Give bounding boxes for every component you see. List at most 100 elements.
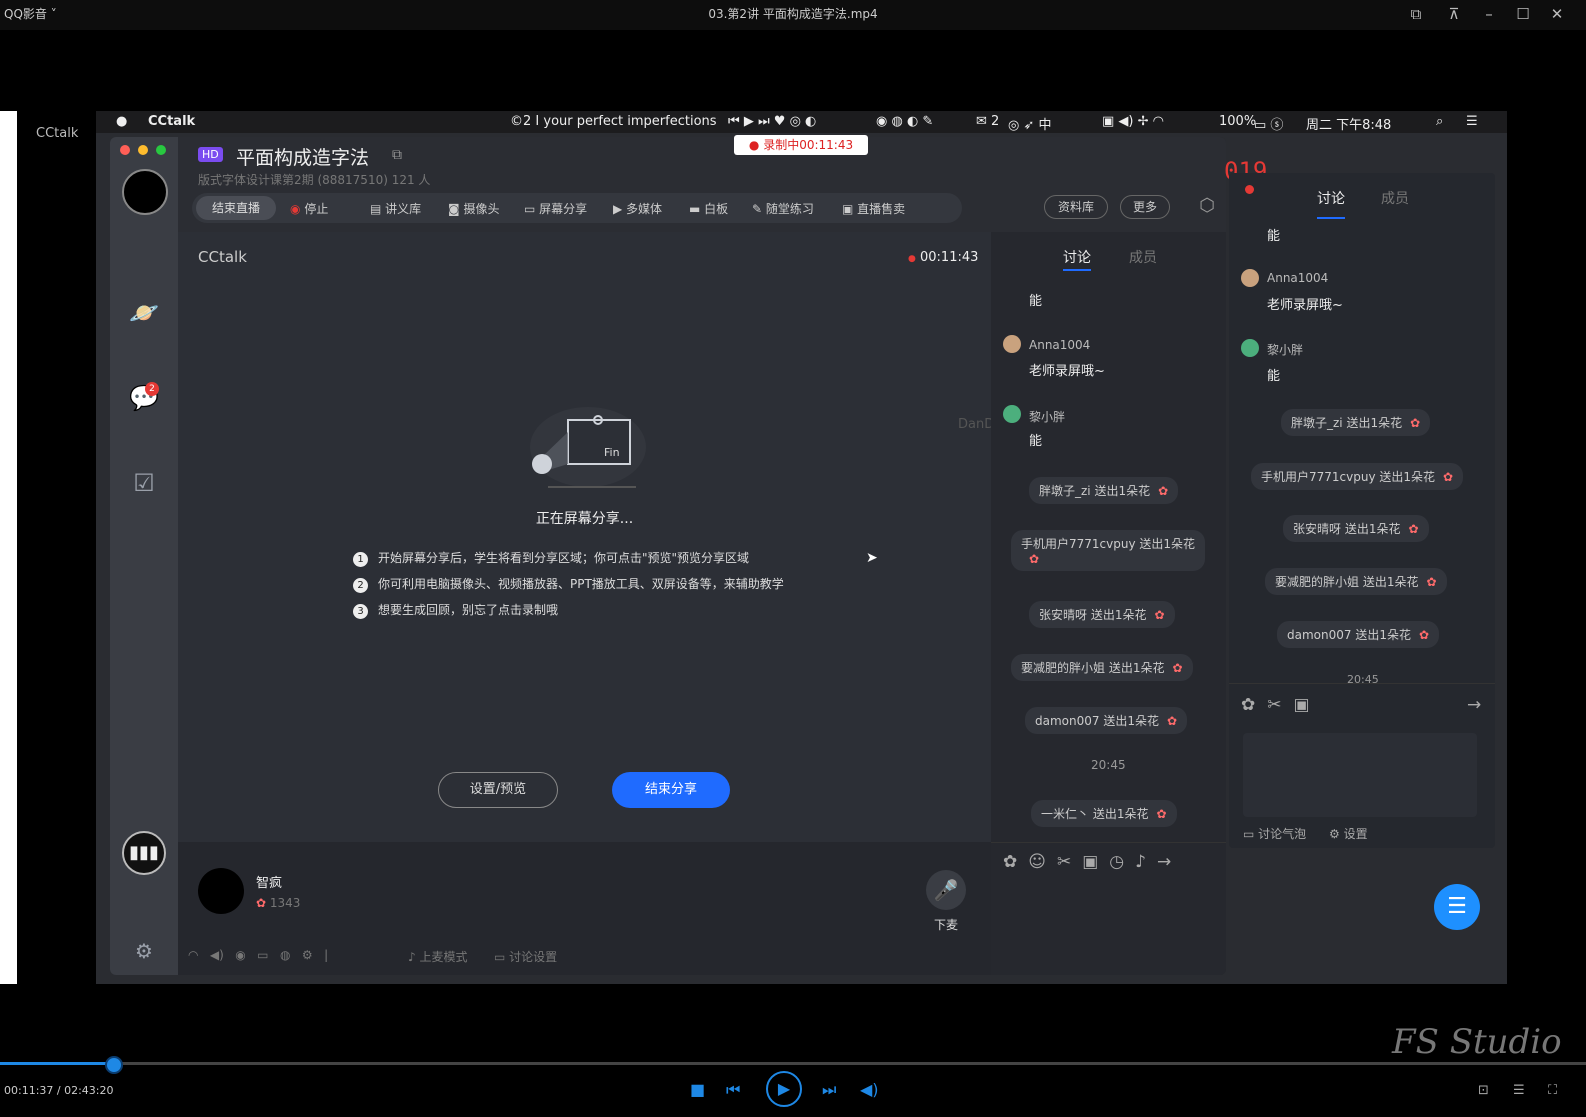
host-flowers: ✿ 1343 (256, 896, 300, 910)
live-sale-button[interactable]: ▣ 直播售卖 (842, 200, 905, 217)
notification-badge: 2 (145, 382, 159, 396)
live-sale-label: 直播售卖 (857, 202, 906, 216)
panel-settings-button[interactable]: ⚙ 设置 (1329, 825, 1368, 842)
materials-button[interactable]: 资料库 (1044, 195, 1108, 219)
record-dot-icon: ◉ (290, 202, 301, 216)
avatar (1241, 269, 1259, 287)
end-share-button[interactable]: 结束分享 (612, 772, 730, 808)
flower-icon: ✿ (1029, 552, 1040, 566)
system-icons: ▣ ◀) ✢ ◠ (1102, 114, 1164, 129)
screenshot-icon[interactable]: ⊡ (1478, 1083, 1489, 1098)
end-live-button[interactable]: 结束直播 (196, 196, 276, 220)
chat-panel: 讨论 成员 能 Anna1004 老师录屏哦~ 黎小胖 能 胖墩子_zi 送出1… (991, 232, 1226, 975)
mic-icon[interactable]: 🎤 (926, 870, 966, 910)
fullscreen-icon[interactable]: ⛶ (1548, 1083, 1557, 1098)
send-arrow-icon[interactable]: → (1157, 852, 1182, 872)
tab-indicator (1063, 269, 1091, 271)
apple-icon: ● (116, 114, 128, 129)
next-icon[interactable]: ⏭ (822, 1080, 836, 1100)
tip-1: 1 开始屏幕分享后，学生将看到分享区域；你可点击"预览"预览分享区域 (353, 549, 749, 567)
bell-icon[interactable]: ♪ (1135, 852, 1157, 872)
gift-message: 张安晴呀 送出1朵花 ✿ (1283, 515, 1429, 542)
discussion-settings-button[interactable]: ▭ 讨论设置 (494, 948, 557, 965)
stop-record-button[interactable]: ◉ 停止 (290, 200, 328, 217)
send-arrow-icon[interactable]: → (1467, 695, 1481, 715)
message-text: 老师录屏哦~ (1029, 364, 1105, 379)
image-icon[interactable]: ▣ (1294, 695, 1322, 715)
mac-zoom-button[interactable] (156, 145, 166, 155)
gift-text: 胖墩子_zi 送出1朵花 (1291, 416, 1403, 430)
mac-close-button[interactable] (120, 145, 130, 155)
progress-track[interactable] (0, 1062, 1586, 1065)
tab-members[interactable]: 成员 (1381, 188, 1409, 208)
message-author: Anna1004 (1029, 338, 1091, 352)
avatar (1241, 339, 1259, 357)
hexagon-settings-icon[interactable]: ⬡ (1196, 195, 1218, 217)
flower-icon: ✿ (1166, 714, 1178, 728)
settings-gear-icon[interactable]: ⚙ (128, 935, 160, 967)
multimedia-button[interactable]: ▶ 多媒体 (613, 200, 662, 217)
chat-float-button[interactable]: ☰ (1434, 884, 1480, 930)
flower-send-icon[interactable]: ✿ (1003, 852, 1028, 872)
practice-button[interactable]: ✎ 随堂练习 (752, 200, 814, 217)
time-display: 00:11:37 / 02:43:20 (4, 1084, 114, 1097)
calendar-check-icon[interactable]: ☑ (128, 467, 160, 499)
planet-icon[interactable]: 🪐 (128, 297, 160, 329)
battery-level: 100% (1219, 114, 1257, 129)
close-button[interactable]: ✕ (1546, 3, 1568, 25)
projector-illustration: Fin (528, 402, 648, 492)
whiteboard-label: 白板 (704, 202, 729, 216)
bubble-toggle[interactable]: ▭ 讨论气泡 (1243, 825, 1306, 842)
gift-message: 张安晴呀 送出1朵花 ✿ (1029, 601, 1175, 628)
whiteboard-button[interactable]: ▬ 白板 (689, 200, 728, 217)
multimedia-label: 多媒体 (626, 202, 663, 216)
stage-mode-button[interactable]: ♪ 上麦模式 (408, 948, 468, 965)
gift-message: 手机用户7771cvpuy 送出1朵花✿ (1011, 530, 1205, 571)
clock-icon[interactable]: ◷ (1109, 852, 1135, 872)
message-author: Anna1004 (1267, 271, 1329, 285)
screen-share-button[interactable]: ▭ 屏幕分享 (524, 200, 587, 217)
tab-members[interactable]: 成员 (1129, 247, 1157, 267)
host-avatar[interactable] (198, 868, 244, 914)
previous-icon[interactable]: ⏮ (726, 1080, 740, 1100)
course-subtitle: 版式字体设计课第2期 (88817510) 121 人 (198, 173, 431, 187)
mini-mode-icon[interactable]: ⧉ (1405, 3, 1427, 25)
settings-sliders-icon[interactable]: ☰ (1513, 1083, 1525, 1098)
gift-text: damon007 送出1朵花 (1287, 628, 1411, 642)
gift-message: 胖墩子_zi 送出1朵花 ✿ (1029, 477, 1179, 504)
flower-icon: ✿ (1154, 608, 1165, 622)
volume-icon[interactable]: ◀) (860, 1080, 879, 1099)
camera-button[interactable]: ◙ 摄像头 (448, 200, 499, 217)
lectures-button[interactable]: ▤ 讲义库 (370, 200, 421, 217)
image-icon[interactable]: ▣ (1082, 852, 1109, 872)
progress-handle[interactable] (104, 1056, 123, 1074)
more-button[interactable]: 更多 (1120, 195, 1170, 219)
mac-menubar: ● CCtalk ©2 I your perfect imperfections… (96, 111, 1507, 133)
flower-send-icon[interactable]: ✿ (1241, 695, 1267, 715)
scissors-icon[interactable]: ✂ (1267, 695, 1293, 715)
gift-message: damon007 送出1朵花 ✿ (1025, 707, 1188, 734)
emoji-icon[interactable]: ☺ (1028, 852, 1057, 872)
mac-minimize-button[interactable] (138, 145, 148, 155)
maximize-button[interactable]: ☐ (1512, 3, 1534, 25)
live-stats-icon[interactable]: ▮▮▮ (122, 831, 166, 875)
wechat-tray: ✉ 2 (976, 114, 1000, 129)
media-controls-icon: ⏮ ▶ ⏭ ♥ ◎ ◐ (728, 114, 817, 129)
external-link-icon[interactable]: ⧉ (392, 147, 402, 163)
pin-icon[interactable]: ⊼ (1443, 3, 1465, 25)
tip-text: 想要生成回顾，别忘了点击录制哦 (378, 603, 559, 617)
setup-preview-button[interactable]: 设置/预览 (438, 772, 558, 808)
minimize-button[interactable]: – (1478, 3, 1500, 25)
play-button[interactable]: ▶ (766, 1071, 802, 1107)
panel-settings-label: 设置 (1343, 827, 1368, 841)
tip-text: 你可利用电脑摄像头、视频播放器、PPT播放工具、双屏设备等，来辅助教学 (378, 577, 784, 591)
live-toolbar: 结束直播 ◉ 停止 ▤ 讲义库 ◙ 摄像头 ▭ 屏幕分享 ▶ 多媒体 ▬ 白板 … (192, 193, 962, 223)
scissors-icon[interactable]: ✂ (1057, 852, 1082, 872)
tab-discuss[interactable]: 讨论 (1317, 188, 1345, 208)
user-avatar[interactable] (122, 169, 168, 215)
message-input[interactable] (1243, 733, 1477, 817)
stop-icon[interactable]: ■ (690, 1080, 705, 1099)
tab-discuss[interactable]: 讨论 (1063, 247, 1091, 267)
gift-text: 要减肥的胖小姐 送出1朵花 (1021, 661, 1165, 675)
host-name: 智疯 (256, 876, 283, 891)
